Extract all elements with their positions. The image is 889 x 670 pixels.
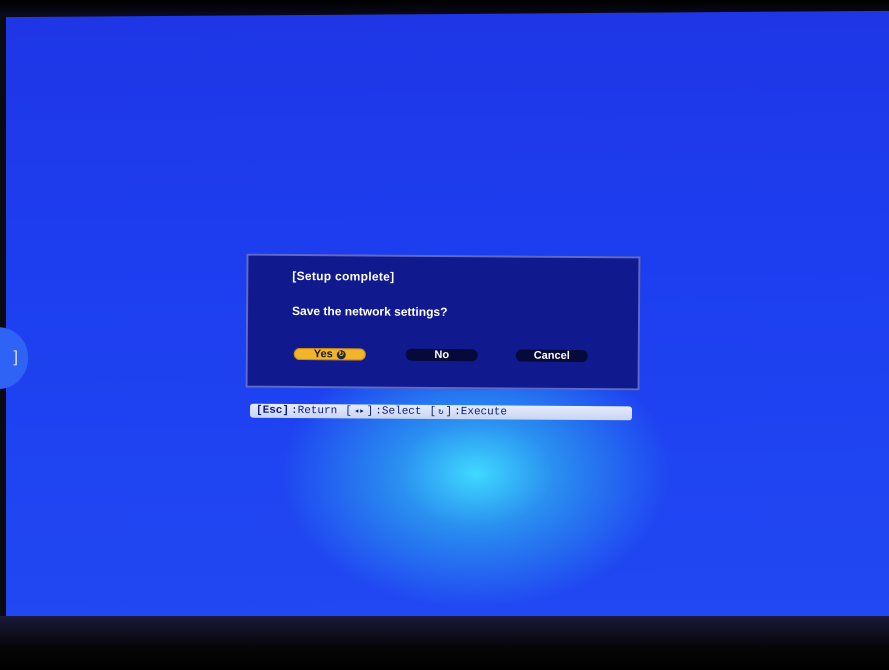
yes-button-label: Yes	[313, 348, 333, 361]
no-button[interactable]: No	[405, 348, 478, 362]
dialog-prompt: Save the network settings?	[292, 303, 448, 320]
cancel-button-label: Cancel	[533, 349, 570, 362]
help-bar: [Esc] :Return [◂▸] :Select [↻] :Execute	[249, 403, 633, 421]
left-right-arrows-icon: ◂▸	[353, 406, 365, 417]
select-key-open: [	[345, 405, 352, 418]
esc-key-hint: [Esc]	[255, 404, 290, 417]
execute-action-hint: :Execute	[454, 406, 508, 419]
esc-action-hint: :Return	[290, 404, 338, 418]
execute-key-open: [	[429, 405, 437, 418]
select-action-hint: :Select	[375, 405, 422, 418]
execute-key-close: ]	[445, 406, 453, 419]
enter-icon: ↻	[336, 349, 346, 359]
dialog-title: [Setup complete]	[292, 268, 395, 284]
setup-complete-dialog: [Setup complete] Save the network settin…	[245, 253, 641, 391]
select-key-close: ]	[366, 405, 374, 418]
cancel-button[interactable]: Cancel	[515, 349, 588, 363]
enter-icon: ↻	[438, 406, 444, 418]
bottom-bezel	[0, 616, 889, 670]
edge-tab: ]	[0, 326, 28, 390]
no-button-label: No	[434, 348, 450, 362]
yes-button[interactable]: Yes ↻	[293, 347, 366, 361]
edge-tab-glyph: ]	[13, 348, 18, 367]
